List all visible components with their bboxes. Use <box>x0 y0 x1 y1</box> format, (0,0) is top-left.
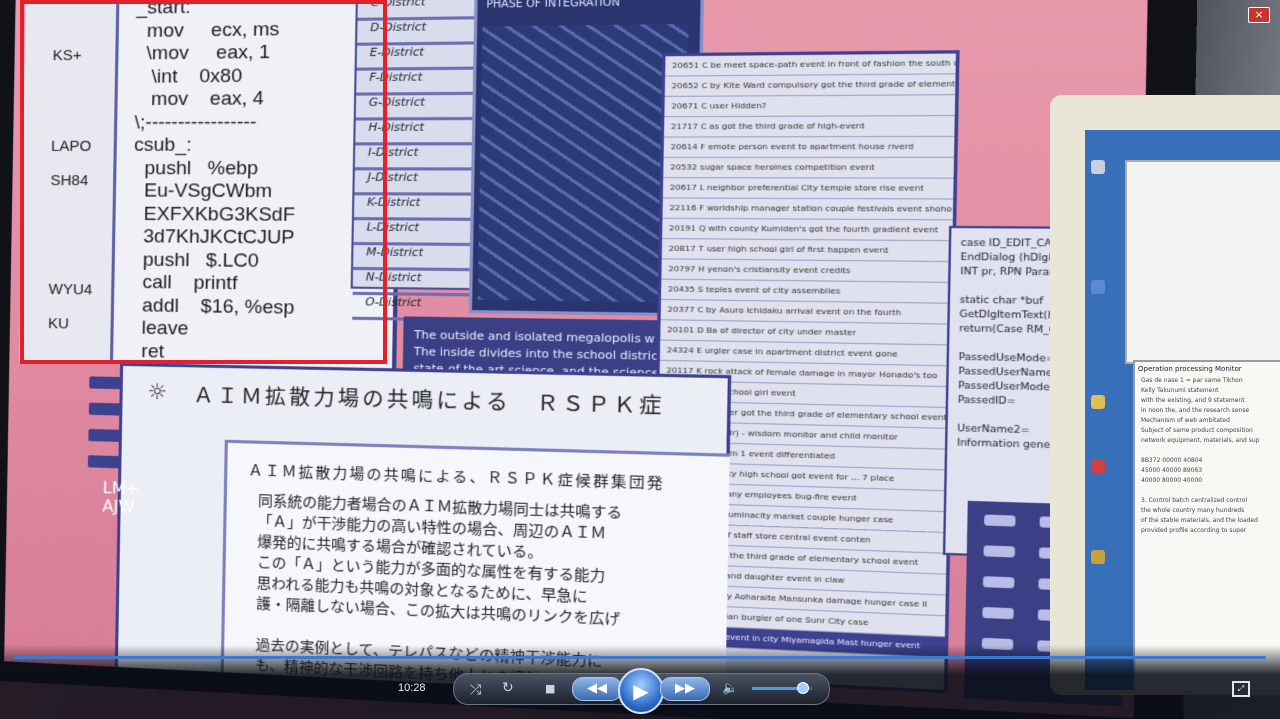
document-line: Subject of same product composition <box>1141 427 1253 434</box>
desktop-icon <box>1091 460 1105 474</box>
slider-knob <box>984 514 1016 527</box>
list-item[interactable]: 20817 T user high school girl of first h… <box>661 239 953 263</box>
second-monitor: Operation processing Monitor Gas de nase… <box>1050 95 1280 695</box>
desktop-icon <box>1091 160 1105 174</box>
list-item[interactable]: 22116 F worldship manager station couple… <box>662 198 954 221</box>
aim-window-title: ＡＩＭ拡散力場の共鳴による ＲＳＰＫ症 <box>192 382 666 419</box>
volume-icon[interactable]: 🔈 <box>722 681 738 696</box>
document-line: Kelly Takunumi statement <box>1141 387 1219 394</box>
slider-knob <box>983 545 1016 558</box>
list-item[interactable]: 20651 C be meet space-path event in fron… <box>665 53 956 77</box>
stop-button[interactable]: ■ <box>545 682 555 695</box>
desktop-icon <box>1091 550 1105 564</box>
slider-knob <box>982 606 1014 620</box>
volume-fill <box>752 687 802 690</box>
document-line: Mechanism of web ambitated <box>1141 417 1230 424</box>
document-line: the whole country many hundreds <box>1141 507 1245 514</box>
red-highlight-box <box>20 0 387 364</box>
play-button[interactable]: ▶ <box>618 668 664 714</box>
document-line: of the stable materials, and the loaded <box>1141 517 1258 524</box>
desktop-icon <box>1091 280 1105 294</box>
time-display: 10:28 <box>398 682 426 694</box>
repeat-icon[interactable]: ↻ <box>502 680 514 696</box>
map-window-title: PHASE OF INTEGRATION <box>486 0 621 11</box>
media-player-controls: 10:28 ⤮ ↻ ■ ◀◀ ▶ ▶▶ 🔈 ⤢ <box>0 645 1280 719</box>
document-line: Gas de nase 1 = par same Tikhon <box>1141 377 1243 384</box>
second-monitor-screen: Operation processing Monitor Gas de nase… <box>1085 130 1280 690</box>
shuffle-icon[interactable]: ⤮ <box>470 682 481 698</box>
next-button[interactable]: ▶▶ <box>660 677 710 701</box>
document-caption: Operation processing Monitor <box>1138 365 1242 373</box>
document-line: 3. Control batch centralized control <box>1141 497 1248 504</box>
list-item[interactable]: 20652 C by Kite Ward compulsory got the … <box>664 74 956 97</box>
list-item[interactable]: 20191 Q with county Kumiden's got the fo… <box>662 218 953 242</box>
list-item[interactable]: 20671 C user Hidden? <box>664 95 956 118</box>
volume-slider-knob[interactable] <box>796 682 809 694</box>
document-line: network equipment, materials, and sup <box>1141 437 1260 444</box>
left-label: AJW <box>102 496 135 517</box>
document-line: with the existing, and 9 statement <box>1141 397 1245 404</box>
seek-bar[interactable] <box>14 656 1266 659</box>
document-line: 45000 40000 89063 <box>1141 467 1203 474</box>
document-line: 40000 80000 40000 <box>1141 477 1203 484</box>
document-line: in noon the, and the research sense <box>1141 407 1250 414</box>
list-item[interactable]: 20614 F emote person event to apartment … <box>663 136 955 158</box>
sun-icon: ☼ <box>146 379 171 406</box>
second-monitor-document: Operation processing Monitor Gas de nase… <box>1133 360 1280 690</box>
left-labels: LM+ AJW <box>102 478 139 517</box>
fullscreen-icon[interactable]: ⤢ <box>1232 681 1250 697</box>
aim-window-header: ☼ ＡＩＭ拡散力場の共鳴による ＲＳＰＫ症 <box>122 366 728 432</box>
previous-button[interactable]: ◀◀ <box>572 677 622 701</box>
close-button[interactable]: × <box>1248 7 1270 23</box>
list-item[interactable]: 20617 L neighbor preferential City templ… <box>662 178 954 200</box>
document-line: provided profile according to super <box>1141 527 1247 534</box>
city-map <box>477 23 689 303</box>
desktop-icon <box>1091 395 1105 409</box>
second-monitor-window <box>1125 160 1280 364</box>
list-item[interactable]: 21717 C as got the third grade of high-e… <box>663 116 955 138</box>
document-line: 8B372 00000 40804 <box>1141 457 1203 464</box>
video-frame[interactable]: KS+ LAPO SH84 WYU4 KU _start: mov ecx, m… <box>0 0 1280 719</box>
list-item[interactable]: 20532 sugar space heroines competition e… <box>663 157 954 179</box>
slider-knob <box>982 576 1015 589</box>
